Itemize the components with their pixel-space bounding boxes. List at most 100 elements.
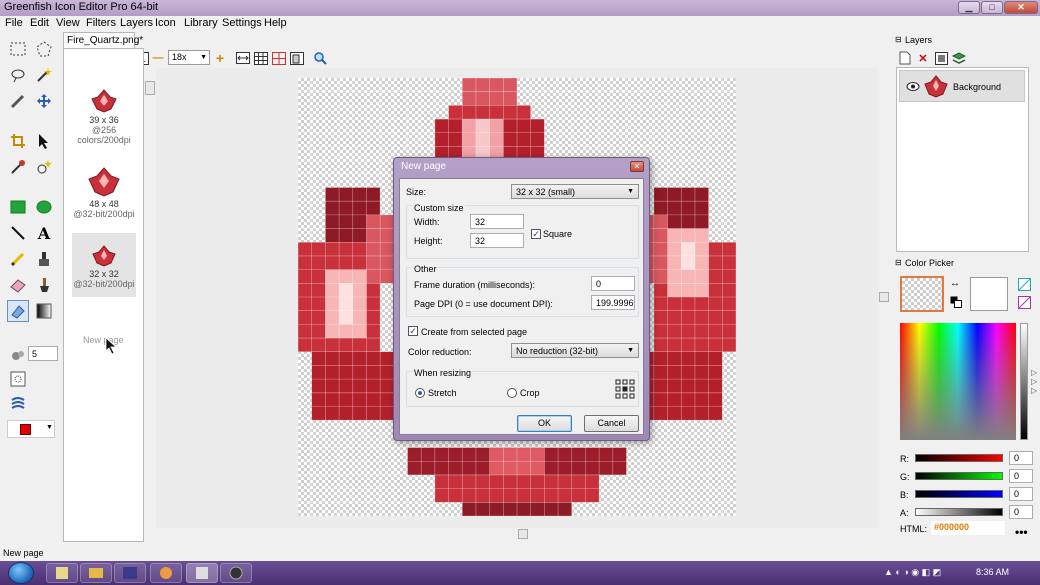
collapse-icon[interactable]: ⊟ bbox=[895, 258, 902, 267]
blend-mode-icon[interactable] bbox=[7, 392, 29, 414]
magnifier-icon[interactable] bbox=[313, 51, 327, 65]
secondary-color-swatch[interactable] bbox=[970, 277, 1008, 311]
tool-options-icon[interactable] bbox=[7, 368, 29, 390]
eyedropper-icon[interactable] bbox=[7, 156, 29, 178]
page-thumb-2[interactable]: 48 x 48 @32-bit/200dpi bbox=[72, 167, 136, 223]
pointer-icon[interactable] bbox=[33, 130, 55, 152]
width-field[interactable]: 32 bbox=[470, 214, 524, 229]
size-select[interactable]: 32 x 32 (small) ▼ bbox=[511, 184, 639, 199]
menu-icon[interactable]: Icon bbox=[155, 17, 176, 29]
page-list-scrollbar[interactable] bbox=[144, 79, 156, 540]
square-checkbox[interactable]: ✓ bbox=[531, 229, 541, 239]
pencil-icon[interactable] bbox=[7, 248, 29, 270]
color-swatch-dropdown[interactable]: ▼ bbox=[7, 420, 55, 438]
zoom-in-icon[interactable]: + bbox=[213, 50, 227, 66]
delete-layer-icon[interactable]: ✕ bbox=[916, 51, 930, 65]
more-options-icon[interactable]: ••• bbox=[1015, 525, 1028, 539]
taskbar-app-1[interactable] bbox=[46, 563, 78, 583]
menu-edit[interactable]: Edit bbox=[30, 17, 49, 29]
pencil-select-icon[interactable] bbox=[7, 90, 29, 112]
stretch-radio[interactable] bbox=[415, 388, 425, 398]
green-slider[interactable] bbox=[915, 472, 1003, 480]
new-layer-icon[interactable] bbox=[898, 51, 912, 65]
menu-library[interactable]: Library bbox=[184, 17, 218, 29]
merge-layers-icon[interactable] bbox=[952, 51, 966, 65]
taskbar-app-4[interactable] bbox=[150, 563, 182, 583]
text-icon[interactable]: A bbox=[33, 222, 55, 244]
page-thumb-1[interactable]: 39 x 36 @256 colors/200dpi bbox=[72, 89, 136, 145]
taskbar-app-3[interactable] bbox=[114, 563, 146, 583]
eye-icon[interactable] bbox=[906, 82, 920, 91]
menu-filters[interactable]: Filters bbox=[86, 17, 116, 29]
menu-file[interactable]: File bbox=[5, 17, 23, 29]
collapse-icon[interactable]: ⊟ bbox=[895, 35, 902, 44]
lasso-select-icon[interactable] bbox=[33, 38, 55, 60]
rect-select-icon[interactable] bbox=[7, 38, 29, 60]
color-replacer-icon[interactable] bbox=[33, 156, 55, 178]
blue-value[interactable]: 0 bbox=[1009, 487, 1033, 501]
system-tray-icons[interactable]: ▲ ◐ ◑ ◉ ◧ ◩ bbox=[884, 567, 941, 578]
taskbar-app-2[interactable] bbox=[80, 563, 112, 583]
alpha-value[interactable]: 0 bbox=[1009, 505, 1033, 519]
taskbar-app-6[interactable] bbox=[220, 563, 252, 583]
brightness-slider[interactable] bbox=[1020, 323, 1028, 440]
brush-icon[interactable] bbox=[33, 274, 55, 296]
fit-width-icon[interactable] bbox=[236, 51, 250, 65]
menu-settings[interactable]: Settings bbox=[222, 17, 262, 29]
menu-view[interactable]: View bbox=[56, 17, 80, 29]
freehand-select-icon[interactable] bbox=[7, 64, 29, 86]
red-slider[interactable] bbox=[915, 454, 1003, 462]
color-reduction-select[interactable]: No reduction (32-bit) ▼ bbox=[511, 343, 639, 358]
minimize-button[interactable]: ▁ bbox=[958, 1, 980, 14]
maximize-button[interactable]: □ bbox=[981, 1, 1003, 14]
document-tab[interactable]: Fire_Quartz.png* bbox=[63, 32, 143, 48]
dpi-field[interactable]: 199.9996 bbox=[591, 295, 635, 310]
frame-duration-field[interactable]: 0 bbox=[591, 276, 635, 291]
layer-row-background[interactable]: Background bbox=[899, 70, 1025, 102]
canvas-horizontal-scrollbar[interactable] bbox=[156, 528, 884, 540]
taskbar-app-icon-editor[interactable] bbox=[186, 563, 218, 583]
line-icon[interactable] bbox=[7, 222, 29, 244]
layer-properties-icon[interactable] bbox=[934, 51, 948, 65]
rectangle-icon[interactable] bbox=[7, 196, 29, 218]
color-spectrum[interactable] bbox=[900, 323, 1016, 440]
green-value[interactable]: 0 bbox=[1009, 469, 1033, 483]
alpha-slider[interactable] bbox=[915, 508, 1003, 516]
blue-slider[interactable] bbox=[915, 490, 1003, 498]
page-thumb-3[interactable]: 32 x 32 @32-bit/200dpi bbox=[72, 233, 136, 297]
ellipse-icon[interactable] bbox=[33, 196, 55, 218]
reset-colors-icon[interactable] bbox=[950, 296, 962, 308]
height-field[interactable]: 32 bbox=[470, 233, 524, 248]
menu-help[interactable]: Help bbox=[264, 17, 287, 29]
crop-radio[interactable] bbox=[507, 388, 517, 398]
swap-colors-icon[interactable]: ↔ bbox=[950, 278, 960, 289]
anchor-grid-icon[interactable] bbox=[615, 379, 635, 399]
brush-size-field[interactable]: 5 bbox=[28, 346, 58, 361]
cancel-button[interactable]: Cancel bbox=[584, 415, 639, 432]
html-color-field[interactable]: #000000 bbox=[931, 521, 1005, 535]
zoom-out-icon[interactable]: — bbox=[151, 51, 165, 65]
primary-color-swatch[interactable] bbox=[900, 276, 944, 312]
transparent-color-icon[interactable] bbox=[1018, 278, 1031, 291]
ok-button[interactable]: OK bbox=[517, 415, 572, 432]
start-button[interactable] bbox=[8, 562, 34, 584]
canvas-vertical-scrollbar[interactable] bbox=[878, 68, 890, 528]
invert-color-icon[interactable] bbox=[1018, 296, 1031, 309]
clone-brush-icon[interactable] bbox=[7, 300, 29, 322]
magic-wand-icon[interactable] bbox=[33, 64, 55, 86]
layers-scrollbar[interactable] bbox=[1029, 67, 1038, 252]
move-icon[interactable] bbox=[33, 90, 55, 112]
fill-bucket-icon[interactable] bbox=[33, 248, 55, 270]
menu-layers[interactable]: Layers bbox=[120, 17, 153, 29]
close-window-button[interactable]: ✕ bbox=[1004, 1, 1038, 14]
pixel-grid-icon[interactable] bbox=[254, 51, 268, 65]
preview-icon[interactable] bbox=[290, 51, 304, 65]
tile-grid-icon[interactable] bbox=[272, 51, 286, 65]
red-value[interactable]: 0 bbox=[1009, 451, 1033, 465]
crop-icon[interactable] bbox=[7, 130, 29, 152]
zoom-select[interactable]: 18x ▼ bbox=[168, 50, 210, 65]
gradient-icon[interactable] bbox=[33, 300, 55, 322]
close-icon[interactable]: ✕ bbox=[630, 161, 644, 172]
eraser-icon[interactable] bbox=[7, 274, 29, 296]
create-from-selected-checkbox[interactable]: ✓ bbox=[408, 326, 418, 336]
